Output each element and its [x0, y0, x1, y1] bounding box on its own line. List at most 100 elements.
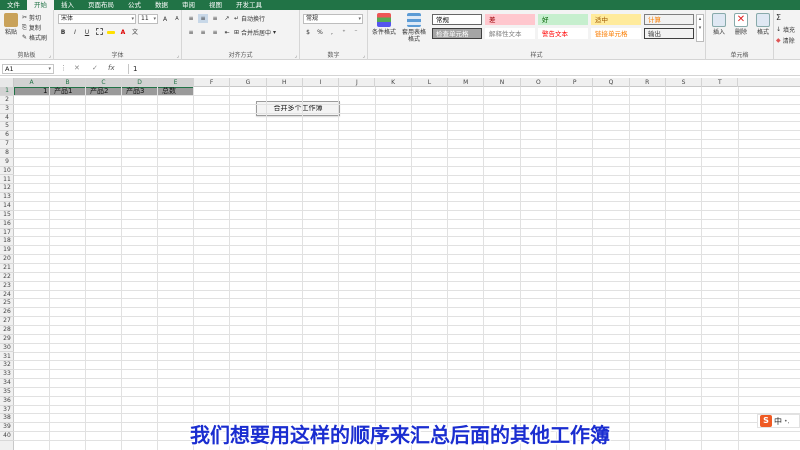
merge-center-button[interactable]: ⊞ 合并后居中 ▾ [234, 28, 276, 37]
name-box[interactable]: A1 ▾ [2, 64, 54, 74]
more-options-icon[interactable]: ⋮ [60, 64, 67, 72]
tab-5[interactable]: 数据 [148, 0, 175, 10]
italic-button[interactable]: I [70, 28, 80, 37]
increase-decimal-icon[interactable]: ⁺ [339, 28, 349, 37]
table-format-button[interactable]: 套用表格格式 [400, 13, 428, 43]
row-header-13[interactable]: 13 [0, 193, 14, 203]
copy-button[interactable]: ⎘ 复制 [22, 23, 41, 33]
phonetic-button[interactable]: 文 [130, 28, 140, 37]
enter-check-icon[interactable]: ✓ [92, 64, 98, 72]
column-header-F[interactable]: F [194, 78, 231, 87]
align-top-icon[interactable]: ≡ [186, 14, 196, 23]
clear-button[interactable]: ◆ 清除 [776, 36, 795, 45]
row-header-6[interactable]: 6 [0, 131, 14, 141]
column-header-R[interactable]: R [630, 78, 666, 87]
column-header-E[interactable]: E [158, 78, 194, 87]
delete-cells-button[interactable]: ✕ 删除 [731, 13, 751, 36]
align-left-icon[interactable]: ≡ [186, 28, 196, 37]
row-header-10[interactable]: 10 [0, 167, 14, 176]
autosum-button[interactable]: Σ [776, 13, 781, 22]
column-header-P[interactable]: P [557, 78, 594, 87]
row-header-7[interactable]: 7 [0, 140, 14, 149]
font-launcher-icon[interactable]: ⌟ [177, 53, 179, 59]
tab-3[interactable]: 页面布局 [81, 0, 121, 10]
tab-6[interactable]: 审阅 [175, 0, 202, 10]
number-launcher-icon[interactable]: ⌟ [363, 53, 365, 59]
row-header-24[interactable]: 24 [0, 291, 14, 300]
insert-cells-button[interactable]: 插入 [709, 13, 729, 36]
gallery-scroll-icon[interactable]: ▴ ▾ [696, 14, 704, 42]
row-header-23[interactable]: 23 [0, 282, 14, 291]
row-header-37[interactable]: 37 [0, 406, 14, 415]
row-header-17[interactable]: 17 [0, 229, 14, 238]
row-header-22[interactable]: 22 [0, 273, 14, 282]
row-header-2[interactable]: 2 [0, 96, 14, 105]
percent-button[interactable]: % [315, 28, 325, 37]
align-right-icon[interactable]: ≡ [210, 28, 220, 37]
column-header-D[interactable]: D [122, 78, 158, 87]
column-header-A[interactable]: A [14, 78, 50, 87]
cell-style-2[interactable]: 好 [538, 14, 588, 25]
cell-style-3[interactable]: 适中 [591, 14, 641, 25]
column-header-T[interactable]: T [702, 78, 739, 87]
cell-style-7[interactable]: 警告文本 [538, 28, 588, 39]
select-all-corner[interactable] [0, 78, 14, 87]
row-header-27[interactable]: 27 [0, 317, 14, 326]
wrap-text-button[interactable]: ↵ 自动换行 [234, 14, 265, 23]
row-header-36[interactable]: 36 [0, 397, 14, 406]
column-header-M[interactable]: M [448, 78, 485, 87]
row-header-32[interactable]: 32 [0, 361, 14, 371]
fill-button[interactable]: ↓ 填充 [776, 25, 795, 34]
decrease-decimal-icon[interactable]: ⁻ [351, 28, 361, 37]
cell-style-8[interactable]: 链接单元格 [591, 28, 641, 39]
row-header-16[interactable]: 16 [0, 220, 14, 229]
row-header-19[interactable]: 19 [0, 246, 14, 256]
row-header-20[interactable]: 20 [0, 255, 14, 264]
font-size-combo[interactable]: 11 ▾ [138, 14, 158, 24]
column-header-H[interactable]: H [267, 78, 303, 87]
row-header-8[interactable]: 8 [0, 149, 14, 158]
row-header-33[interactable]: 33 [0, 370, 14, 380]
underline-button[interactable]: U [82, 28, 92, 37]
fill-color-button[interactable] [106, 28, 116, 37]
align-bottom-icon[interactable]: ≡ [210, 14, 220, 23]
row-header-9[interactable]: 9 [0, 158, 14, 167]
tab-2[interactable]: 插入 [54, 0, 81, 10]
row-header-25[interactable]: 25 [0, 299, 14, 309]
font-color-button[interactable]: A [118, 28, 128, 37]
column-header-O[interactable]: O [521, 78, 557, 87]
cell-style-9[interactable]: 输出 [644, 28, 694, 39]
row-header-26[interactable]: 26 [0, 308, 14, 318]
row-header-4[interactable]: 4 [0, 114, 14, 123]
cell-style-4[interactable]: 计算 [644, 14, 694, 25]
indent-icon[interactable]: ⇤ [222, 28, 232, 37]
number-format-combo[interactable]: 常规 ▾ [303, 14, 363, 24]
column-header-G[interactable]: G [230, 78, 267, 87]
cell-area[interactable]: 1 产品1 产品2 产品3 总数 合并多个工作簿 [14, 87, 800, 450]
tab-1[interactable]: 开始 [27, 0, 54, 10]
row-header-12[interactable]: 12 [0, 184, 14, 194]
tab-7[interactable]: 视图 [202, 0, 229, 10]
formula-input[interactable]: 1 [128, 64, 796, 74]
insert-function-icon[interactable]: fx [108, 64, 115, 72]
row-header-15[interactable]: 15 [0, 211, 14, 220]
column-header-S[interactable]: S [666, 78, 703, 87]
clipboard-launcher-icon[interactable]: ⌟ [49, 53, 51, 59]
font-name-combo[interactable]: 宋体 ▾ [58, 14, 136, 24]
tab-0[interactable]: 文件 [0, 0, 27, 10]
row-header-1[interactable]: 1 [0, 87, 14, 96]
row-header-3[interactable]: 3 [0, 105, 14, 114]
paste-button[interactable]: 粘贴 [3, 13, 19, 36]
conditional-format-button[interactable]: 条件格式 [370, 13, 398, 36]
format-cells-button[interactable]: 格式 [753, 13, 773, 36]
row-header-5[interactable]: 5 [0, 122, 14, 132]
format-painter-button[interactable]: ✎ 格式刷 [22, 33, 47, 42]
column-header-K[interactable]: K [376, 78, 412, 87]
align-center-icon[interactable]: ≡ [198, 28, 208, 37]
align-middle-icon[interactable]: ≡ [198, 14, 208, 23]
cell-style-1[interactable]: 差 [485, 14, 535, 25]
row-header-21[interactable]: 21 [0, 264, 14, 273]
tab-4[interactable]: 公式 [121, 0, 148, 10]
column-header-L[interactable]: L [412, 78, 449, 87]
column-header-N[interactable]: N [484, 78, 521, 87]
